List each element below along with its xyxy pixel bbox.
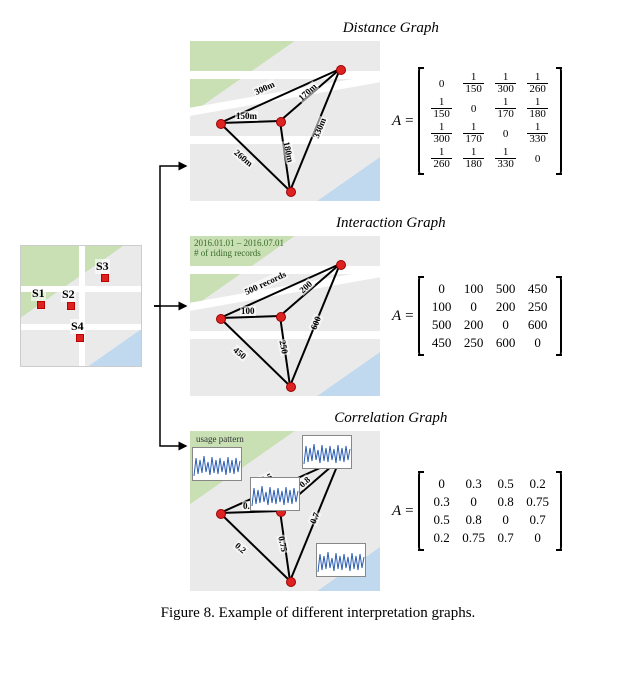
matrix-cell: 500 [426, 316, 458, 334]
matrix-cell: 200 [458, 316, 490, 334]
matrix-cell: 0 [458, 298, 490, 316]
matrix-cell: 1260 [426, 146, 458, 171]
matrix-cell: 100 [458, 280, 490, 298]
matrix-cell: 1300 [426, 121, 458, 146]
source-column: S1 S2 S3 S4 [20, 245, 142, 367]
matrix-eq: = [405, 308, 413, 325]
matrix-cell: 450 [426, 334, 458, 352]
correlation-block: Correlation Graph usage pattern [190, 410, 562, 591]
sparkline-icon [316, 543, 366, 577]
interaction-panel: 2016.01.01 – 2016.07.01 # of riding reco… [190, 236, 380, 396]
matrix-cell: 1300 [490, 71, 522, 96]
correlation-title: Correlation Graph [220, 410, 562, 427]
distance-matrix: A = 011501300126011500117011801300117001… [392, 67, 562, 175]
distance-block: Distance Graph [190, 20, 562, 201]
matrix-cell: 0.3 [458, 475, 490, 493]
matrix-cell: 0 [426, 280, 458, 298]
matrix-cell: 0 [490, 121, 522, 146]
matrix-cell: 200 [490, 298, 522, 316]
interaction-row: 2016.01.01 – 2016.07.01 # of riding reco… [190, 236, 562, 396]
matrix-cell: 250 [522, 298, 554, 316]
matrix-cell: 1180 [522, 96, 554, 121]
matrix-cell: 450 [522, 280, 554, 298]
matrix-A: A [392, 503, 401, 520]
correlation-row: usage pattern 0.3 [190, 431, 562, 591]
interaction-matrix: A = 010050045010002002505002000600450250… [392, 276, 562, 356]
matrix-cell: 1170 [458, 121, 490, 146]
matrix-cell: 1170 [490, 96, 522, 121]
matrix-eq: = [405, 503, 413, 520]
matrix-A: A [392, 308, 401, 325]
matrix-cell: 0.75 [458, 529, 490, 547]
distance-row: 150m 300m 260m 170m 180m 330m A = 011501… [190, 41, 562, 201]
matrix-cell: 1260 [522, 71, 554, 96]
matrix-cell: 0.2 [522, 475, 554, 493]
matrix-cell: 100 [426, 298, 458, 316]
matrix-cell: 0.7 [522, 511, 554, 529]
matrix-cell: 1330 [522, 121, 554, 146]
matrix-cell: 0.5 [490, 475, 522, 493]
matrix-eq: = [405, 113, 413, 130]
station-label-s2: S2 [61, 287, 76, 302]
station-label-s4: S4 [70, 319, 85, 334]
matrix-cell: 0.5 [426, 511, 458, 529]
matrix-cell: 1180 [458, 146, 490, 171]
matrix-cell: 500 [490, 280, 522, 298]
interaction-note: 2016.01.01 – 2016.07.01 # of riding reco… [194, 239, 284, 259]
correlation-panel: usage pattern 0.3 [190, 431, 380, 591]
distance-panel: 150m 300m 260m 170m 180m 330m [190, 41, 380, 201]
arrow-split [150, 96, 190, 516]
matrix-cell: 0 [522, 146, 554, 171]
matrix-cell: 0 [458, 96, 490, 121]
matrix-cell: 250 [458, 334, 490, 352]
figure-content: S1 S2 S3 S4 [20, 20, 616, 591]
matrix-cell: 0.2 [426, 529, 458, 547]
matrix-cell: 0.8 [458, 511, 490, 529]
matrix-A: A [392, 113, 401, 130]
source-map: S1 S2 S3 S4 [20, 245, 142, 367]
distance-title: Distance Graph [220, 20, 562, 37]
matrix-cell: 0 [426, 475, 458, 493]
matrix-cell: 0 [490, 511, 522, 529]
graphs-column: Distance Graph [190, 20, 562, 591]
matrix-cell: 0 [426, 71, 458, 96]
matrix-cell: 0 [458, 493, 490, 511]
interaction-block: Interaction Graph 2016.01.01 – 2016.07.0… [190, 215, 562, 396]
station-label-s1: S1 [31, 286, 46, 301]
figure: S1 S2 S3 S4 [20, 20, 616, 622]
matrix-cell: 0.7 [490, 529, 522, 547]
matrix-cell: 0 [522, 529, 554, 547]
matrix-cell: 0.75 [522, 493, 554, 511]
sparkline-icon [250, 477, 300, 511]
sparkline-icon [192, 447, 242, 481]
sparkline-icon [302, 435, 352, 469]
matrix-cell: 1150 [426, 96, 458, 121]
matrix-cell: 0 [490, 316, 522, 334]
correlation-matrix: A = 00.30.50.20.300.80.750.50.800.70.20.… [392, 471, 562, 551]
matrix-cell: 600 [490, 334, 522, 352]
interaction-title: Interaction Graph [220, 215, 562, 232]
matrix-cell: 1330 [490, 146, 522, 171]
edge-label: 150m [235, 111, 258, 121]
matrix-cell: 0.8 [490, 493, 522, 511]
edge-label: 100 [240, 306, 256, 316]
figure-caption: Figure 8. Example of different interpret… [20, 605, 616, 622]
matrix-cell: 1150 [458, 71, 490, 96]
matrix-cell: 600 [522, 316, 554, 334]
matrix-cell: 0 [522, 334, 554, 352]
station-label-s3: S3 [95, 259, 110, 274]
correlation-note: usage pattern [196, 435, 244, 445]
matrix-cell: 0.3 [426, 493, 458, 511]
